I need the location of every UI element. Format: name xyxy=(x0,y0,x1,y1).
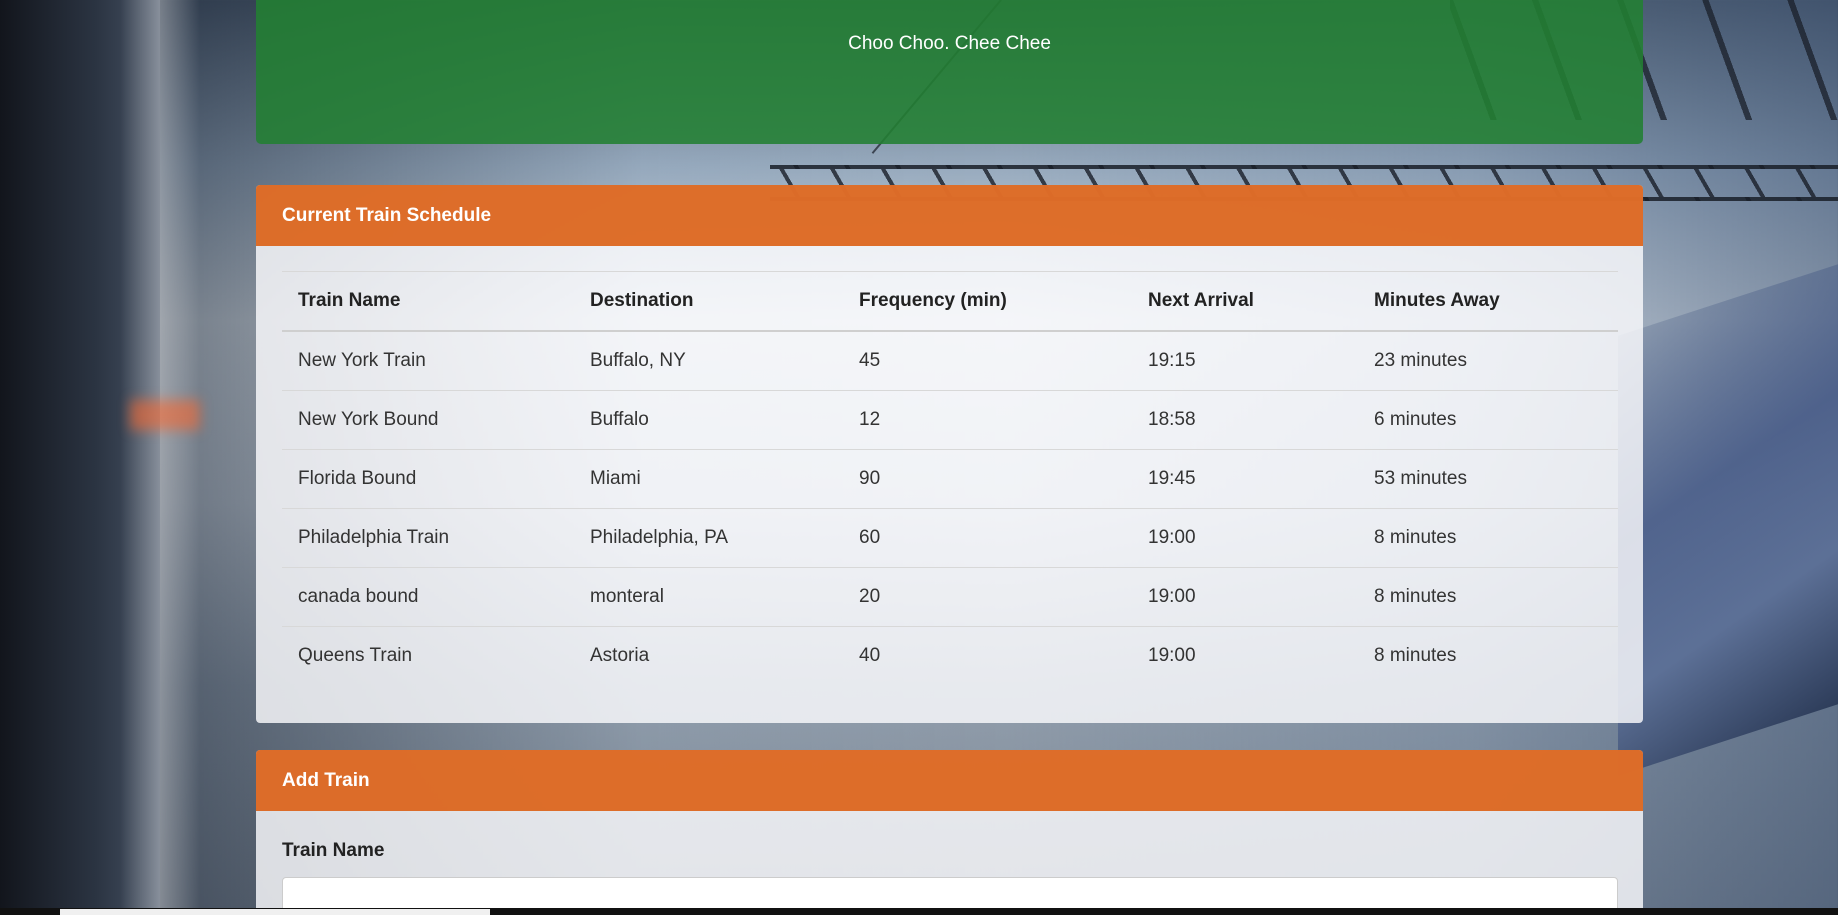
table-row: Florida Bound Miami 90 19:45 53 minutes xyxy=(282,449,1618,509)
cell-frequency: 20 xyxy=(843,567,1132,627)
column-header-minutes-away: Minutes Away xyxy=(1358,271,1618,332)
cell-train-name: Florida Bound xyxy=(282,449,574,509)
cell-destination: Astoria xyxy=(574,626,843,685)
background-light-streak xyxy=(120,0,200,915)
cell-minutes-away: 8 minutes xyxy=(1358,508,1618,568)
cell-destination: Philadelphia, PA xyxy=(574,508,843,568)
cell-next-arrival: 19:00 xyxy=(1132,508,1358,568)
cell-minutes-away: 8 minutes xyxy=(1358,567,1618,627)
table-row: canada bound monteral 20 19:00 8 minutes xyxy=(282,567,1618,627)
background-orange-light xyxy=(130,400,200,430)
jumbotron: Choo Choo. Chee Chee xyxy=(256,0,1643,144)
cell-destination: Buffalo, NY xyxy=(574,330,843,391)
table-row: Philadelphia Train Philadelphia, PA 60 1… xyxy=(282,508,1618,568)
column-header-destination: Destination xyxy=(574,271,843,332)
cell-minutes-away: 6 minutes xyxy=(1358,390,1618,450)
cell-train-name: New York Train xyxy=(282,330,574,391)
cell-train-name: Queens Train xyxy=(282,626,574,685)
schedule-panel-heading: Current Train Schedule xyxy=(256,185,1643,246)
cell-destination: Buffalo xyxy=(574,390,843,450)
cell-minutes-away: 8 minutes xyxy=(1358,626,1618,685)
cell-minutes-away: 23 minutes xyxy=(1358,330,1618,391)
cell-frequency: 40 xyxy=(843,626,1132,685)
bottom-bar-highlight xyxy=(60,909,490,915)
schedule-panel: Current Train Schedule Train Name Destin… xyxy=(256,185,1643,723)
cell-frequency: 45 xyxy=(843,330,1132,391)
jumbotron-subtitle: Choo Choo. Chee Chee xyxy=(848,33,1051,54)
table-header-row: Train Name Destination Frequency (min) N… xyxy=(282,271,1618,332)
table-row: Queens Train Astoria 40 19:00 8 minutes xyxy=(282,626,1618,685)
column-header-frequency: Frequency (min) xyxy=(843,271,1132,332)
column-header-next-arrival: Next Arrival xyxy=(1132,271,1358,332)
cell-next-arrival: 19:45 xyxy=(1132,449,1358,509)
cell-frequency: 12 xyxy=(843,390,1132,450)
cell-destination: Miami xyxy=(574,449,843,509)
add-train-panel-heading: Add Train xyxy=(256,750,1643,811)
cell-next-arrival: 18:58 xyxy=(1132,390,1358,450)
cell-train-name: Philadelphia Train xyxy=(282,508,574,568)
background-train xyxy=(1618,264,1838,776)
cell-frequency: 60 xyxy=(843,508,1132,568)
train-name-label: Train Name xyxy=(282,840,385,861)
cell-frequency: 90 xyxy=(843,449,1132,509)
add-train-panel: Add Train Train Name xyxy=(256,750,1643,915)
table-row: New York Train Buffalo, NY 45 19:15 23 m… xyxy=(282,330,1618,391)
cell-next-arrival: 19:00 xyxy=(1132,626,1358,685)
cell-train-name: New York Bound xyxy=(282,390,574,450)
cell-next-arrival: 19:15 xyxy=(1132,330,1358,391)
column-header-train-name: Train Name xyxy=(282,271,574,332)
cell-destination: monteral xyxy=(574,567,843,627)
schedule-table: Train Name Destination Frequency (min) N… xyxy=(282,271,1618,685)
cell-train-name: canada bound xyxy=(282,567,574,627)
cell-next-arrival: 19:00 xyxy=(1132,567,1358,627)
table-row: New York Bound Buffalo 12 18:58 6 minute… xyxy=(282,390,1618,450)
cell-minutes-away: 53 minutes xyxy=(1358,449,1618,509)
